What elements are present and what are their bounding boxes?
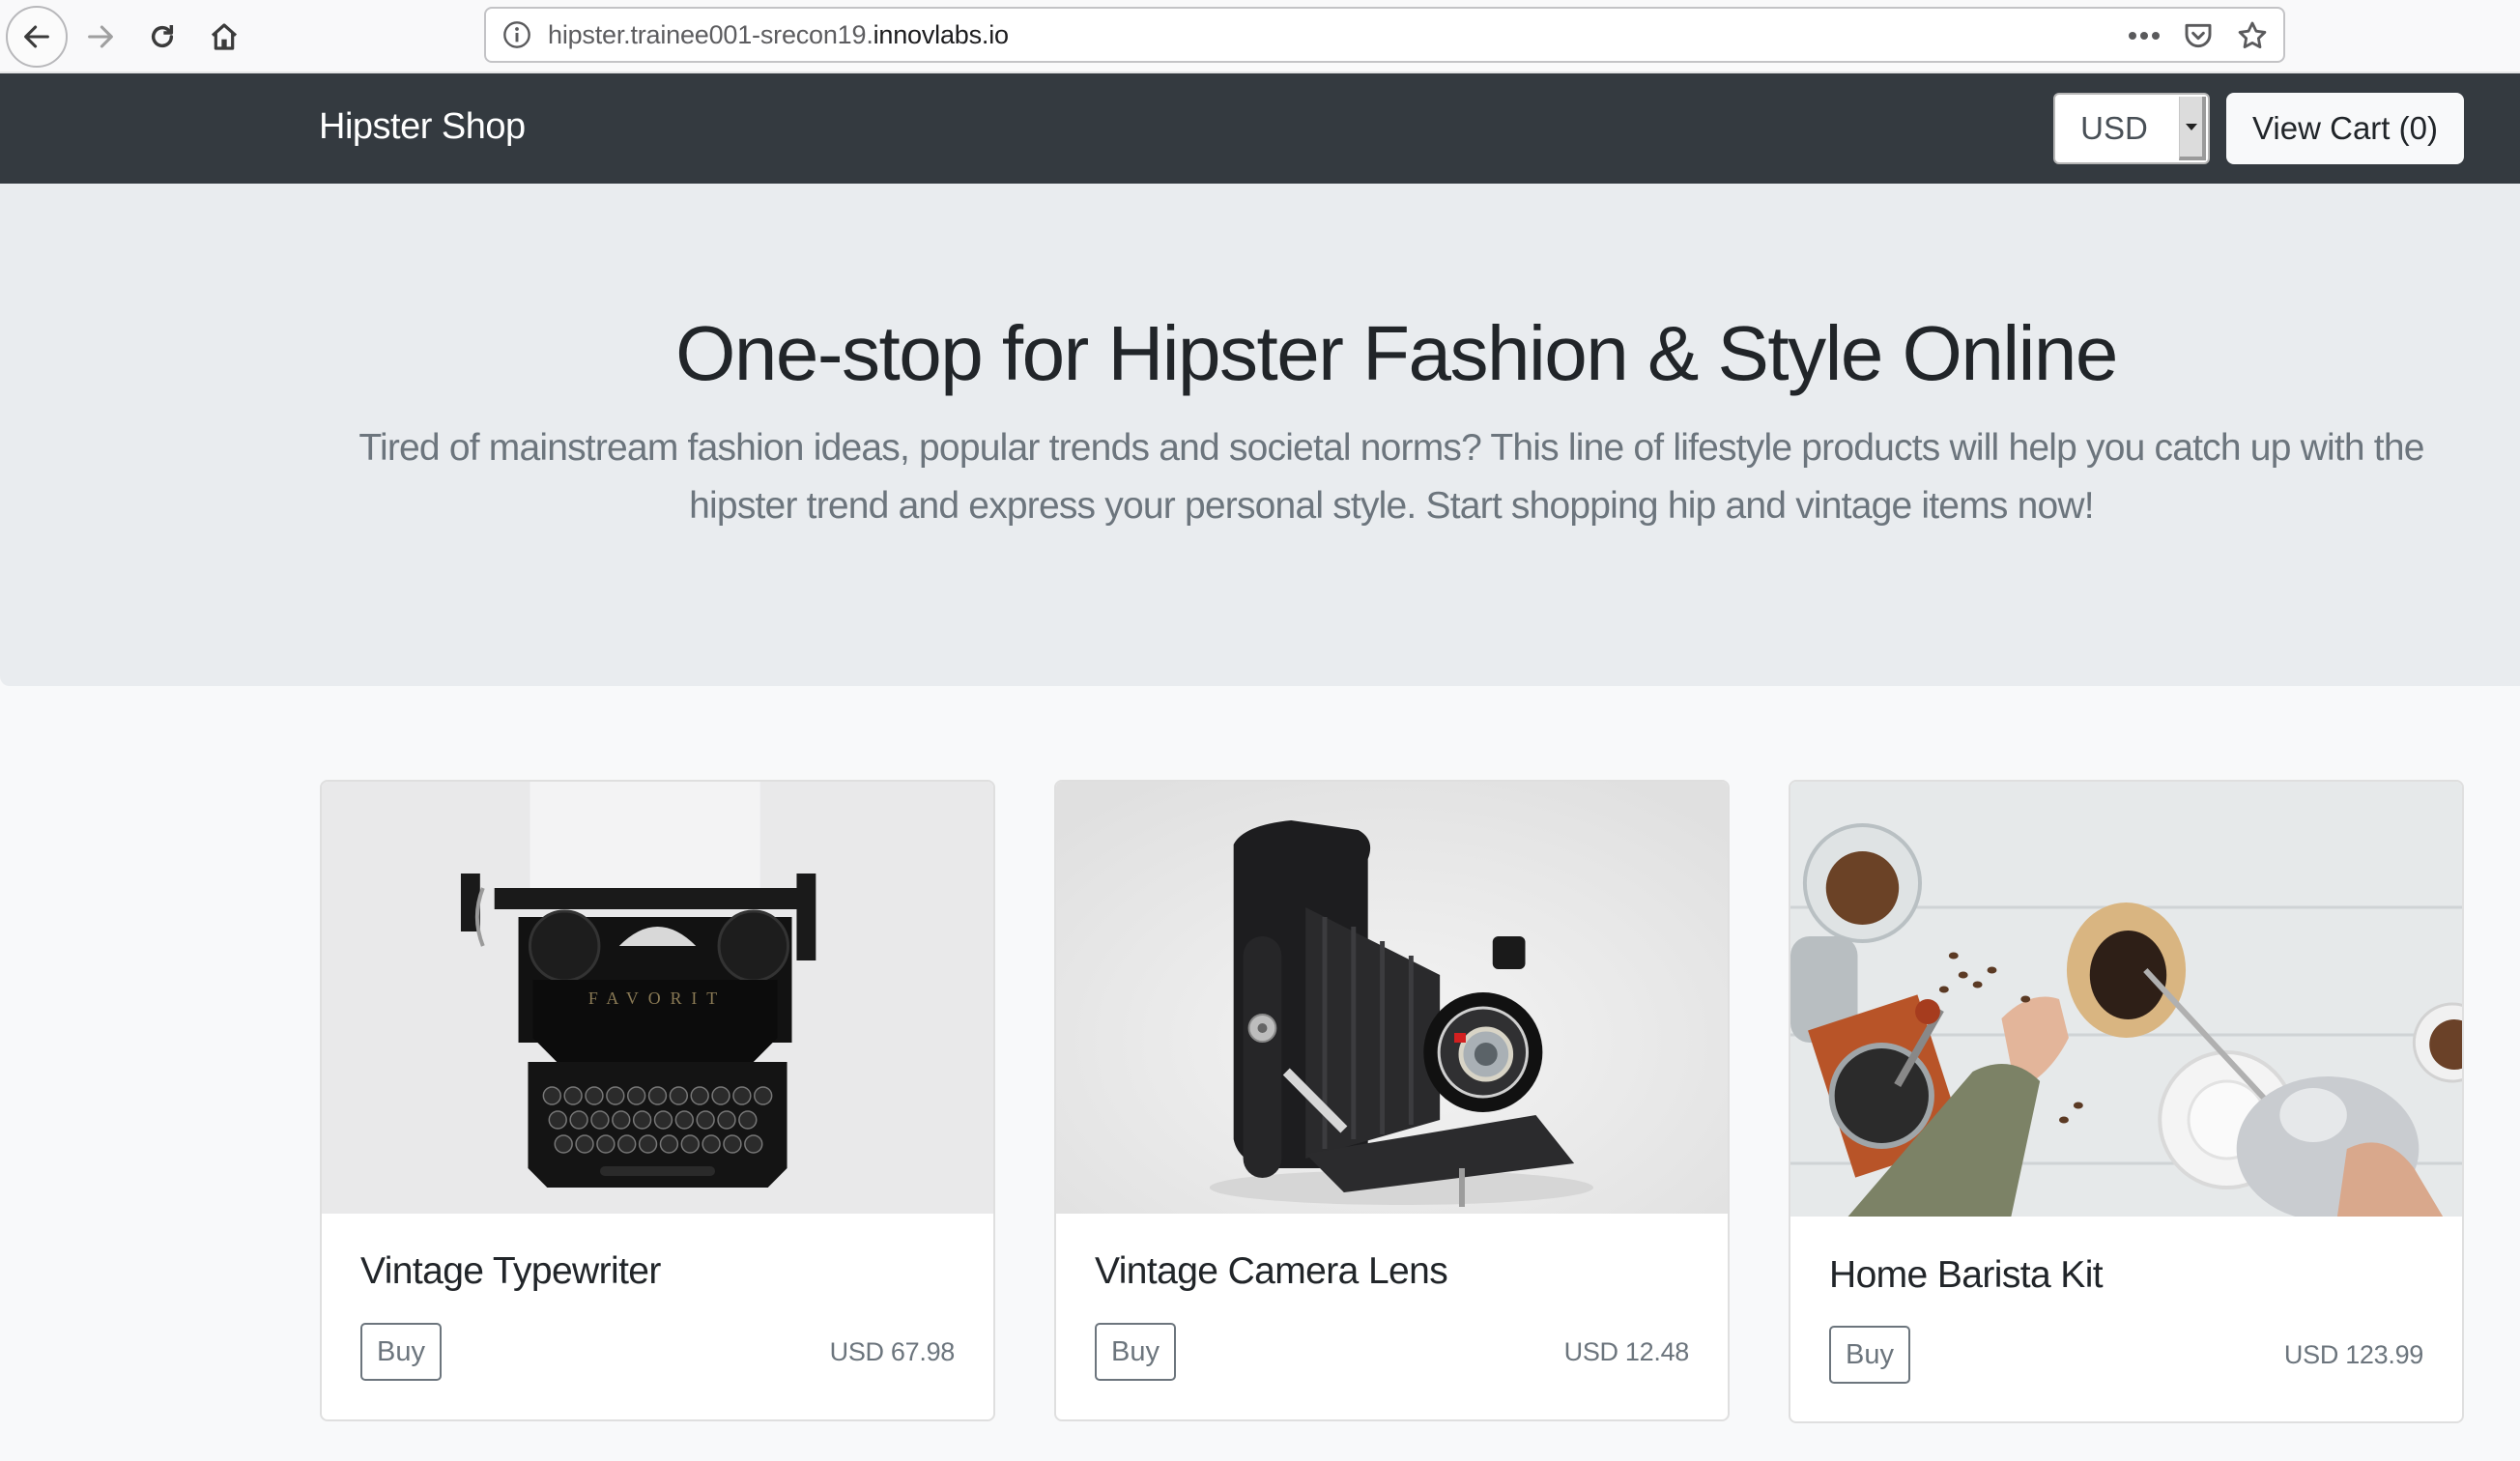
product-card: Vintage Camera Lens Buy USD 12.48 [1054,780,1730,1421]
pocket-button[interactable] [2179,16,2218,55]
hero-jumbotron: One-stop for Hipster Fashion & Style Onl… [0,184,2520,686]
more-actions-icon [2129,32,2160,40]
page-actions-button[interactable] [2125,16,2163,55]
product-price: USD 12.48 [1563,1337,1690,1366]
url-text[interactable]: hipster.trainee001-srecon19.innovlabs.io [548,20,1009,50]
product-price: USD 67.98 [829,1337,956,1366]
url-bar[interactable]: hipster.trainee001-srecon19.innovlabs.io [484,7,2285,63]
typewriter-image[interactable]: FAVORIT [322,782,993,1214]
forward-button[interactable] [70,6,131,68]
site-navbar: Hipster Shop USD View Cart (0) [0,73,2520,184]
back-arrow-icon [24,25,49,48]
dropdown-arrow-icon [2179,97,2206,160]
barista-kit-image[interactable] [1790,782,2462,1217]
forward-arrow-icon [88,25,113,48]
home-icon [211,23,238,50]
product-name[interactable]: Vintage Camera Lens [1095,1250,1448,1293]
back-button[interactable] [6,6,68,68]
product-card: FAVORIT Vintage Typewriter Buy USD 67.98 [320,780,995,1421]
hero-title: One-stop for Hipster Fashion & Style Onl… [675,310,2118,396]
browser-toolbar: hipster.trainee001-srecon19.innovlabs.io [0,0,2520,73]
home-button[interactable] [193,6,255,68]
url-actions [2125,16,2272,55]
hero-lead: Tired of mainstream fashion ideas, popul… [358,427,2424,527]
currency-select[interactable]: USD [2053,93,2210,164]
reload-button[interactable] [131,6,193,68]
view-cart-button[interactable]: View Cart (0) [2226,93,2464,164]
product-price: USD 123.99 [2283,1340,2423,1369]
camera-image[interactable] [1056,782,1728,1214]
product-card: Home Barista Kit Buy USD 123.99 [1789,780,2464,1423]
currency-selected-value: USD [2080,110,2148,146]
bookmark-star-icon [2238,21,2267,49]
reload-icon [151,25,174,48]
product-name[interactable]: Vintage Typewriter [360,1250,661,1293]
brand-logo[interactable]: Hipster Shop [319,106,526,148]
product-name[interactable]: Home Barista Kit [1829,1254,2104,1297]
buy-button[interactable]: Buy [1829,1326,1910,1384]
info-icon[interactable] [501,19,532,50]
svg-text:FAVORIT: FAVORIT [588,988,727,1008]
url-prefix: hipster.trainee001-srecon19. [548,20,873,49]
buy-button[interactable]: Buy [360,1323,442,1381]
buy-button[interactable]: Buy [1095,1323,1176,1381]
pocket-icon [2185,23,2212,48]
url-domain: innovlabs.io [873,20,1009,49]
bookmark-button[interactable] [2233,16,2272,55]
